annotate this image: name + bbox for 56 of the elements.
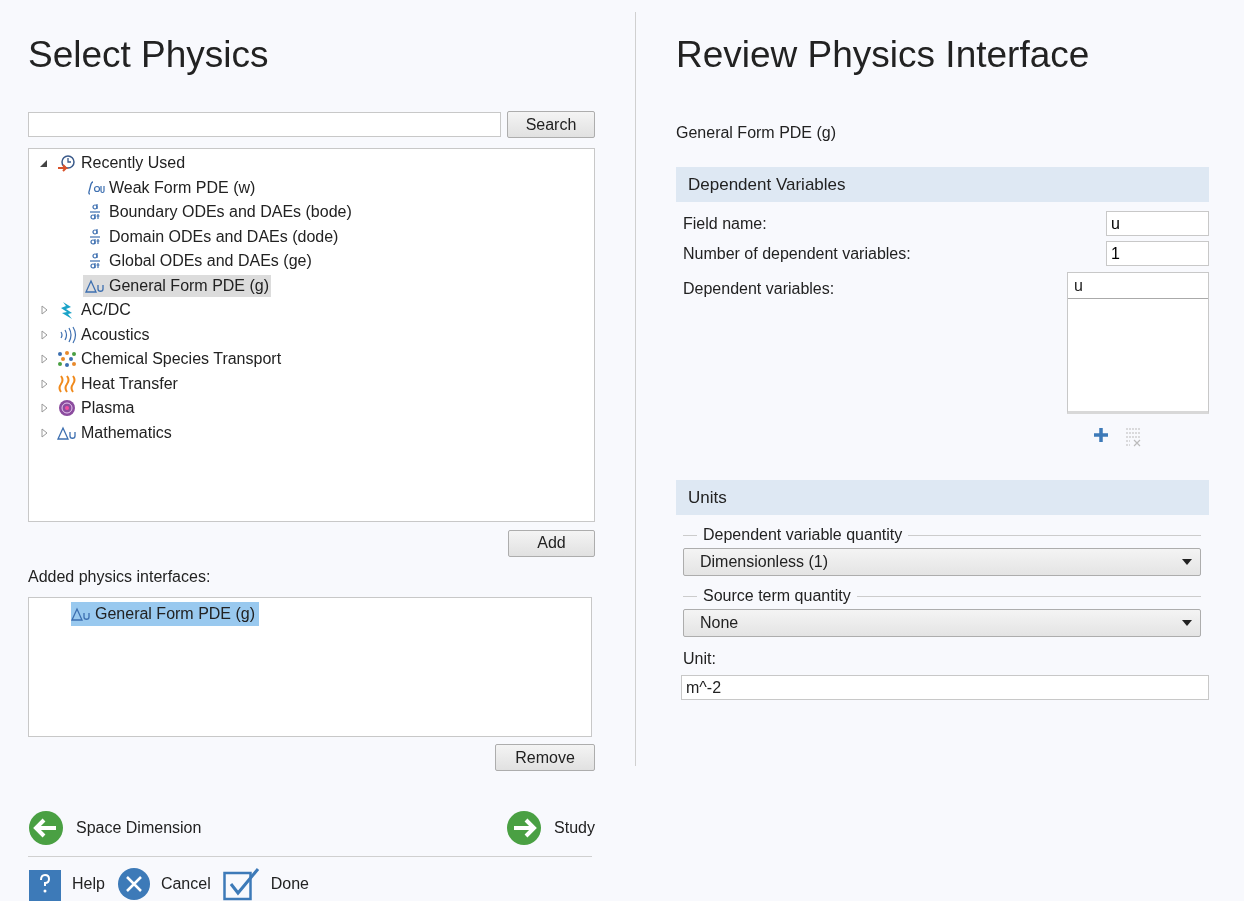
push-button[interactable]: Search	[507, 111, 595, 138]
action-link[interactable]: Cancel	[160, 872, 211, 896]
push-button[interactable]: Add	[508, 529, 595, 557]
unit-input[interactable]: m^-2	[681, 675, 1209, 700]
plasma-icon	[57, 399, 77, 418]
dots-icon	[57, 350, 77, 369]
back-link[interactable]: Space Dimension	[76, 816, 202, 840]
push-button[interactable]: Remove	[495, 744, 595, 771]
expand-arrow-icon[interactable]	[39, 329, 49, 340]
add-icon[interactable]	[1092, 426, 1110, 444]
page-title: Review Physics Interface	[676, 36, 1091, 73]
tree-item[interactable]: Weak Form PDE (w)	[83, 176, 258, 199]
tree-item[interactable]: Boundary ODEs and DAEs (bode)	[83, 201, 354, 224]
collapse-arrow-icon[interactable]	[39, 158, 49, 169]
interface-name: General Form PDE (g)	[676, 123, 838, 143]
dropdown-arrow-icon	[1182, 620, 1192, 626]
next-link[interactable]: Study	[554, 816, 595, 840]
action-link[interactable]: Help	[72, 872, 105, 896]
expand-arrow-icon[interactable]	[39, 305, 49, 316]
expand-arrow-icon[interactable]	[39, 403, 49, 414]
added-label: Added physics interfaces:	[28, 566, 212, 587]
section-header: Units	[676, 480, 1209, 515]
tree-item[interactable]: Acoustics	[55, 323, 152, 346]
field-label: Number of dependent variables:	[683, 243, 911, 264]
clock-icon	[57, 154, 77, 173]
tree-item[interactable]: General Form PDE (g)	[83, 274, 272, 297]
tree-item[interactable]: Chemical Species Transport	[55, 348, 284, 371]
action-link[interactable]: Done	[270, 872, 309, 896]
expand-arrow-icon[interactable]	[39, 354, 49, 365]
expand-arrow-icon[interactable]	[39, 378, 49, 389]
tree-item[interactable]: Recently Used	[55, 152, 188, 175]
list-item[interactable]: u	[1068, 273, 1208, 299]
dropdown[interactable]: None	[683, 609, 1201, 637]
count-input[interactable]: 1	[1106, 241, 1209, 266]
tree-item[interactable]: Mathematics	[55, 421, 174, 444]
field-name-input[interactable]: u	[1106, 211, 1209, 236]
list-item[interactable]: General Form PDE (g)	[71, 601, 260, 626]
field-label: Unit:	[682, 649, 717, 669]
group-legend: Source term quantity	[703, 584, 851, 608]
integral-icon	[85, 178, 105, 197]
tree-item[interactable]: Heat Transfer	[55, 372, 180, 395]
tree-item[interactable]: Domain ODEs and DAEs (dode)	[83, 225, 341, 248]
tree-item[interactable]: Plasma	[55, 397, 137, 420]
page-title: Select Physics	[28, 36, 270, 73]
expand-arrow-icon[interactable]	[39, 427, 49, 438]
dropdown[interactable]: Dimensionless (1)	[683, 548, 1201, 576]
heat-icon	[57, 374, 77, 393]
tree-item[interactable]: Global ODEs and DAEs (ge)	[83, 250, 314, 273]
search-field[interactable]	[28, 112, 501, 137]
section-header: Dependent Variables	[676, 167, 1209, 202]
dropdown-arrow-icon	[1182, 559, 1192, 565]
field-label: Dependent variables:	[683, 279, 835, 299]
tree-item[interactable]: AC/DC	[55, 299, 133, 322]
field-label: Field name:	[683, 213, 767, 234]
group-legend: Dependent variable quantity	[703, 523, 903, 547]
checkbox-check-icon	[222, 867, 261, 901]
